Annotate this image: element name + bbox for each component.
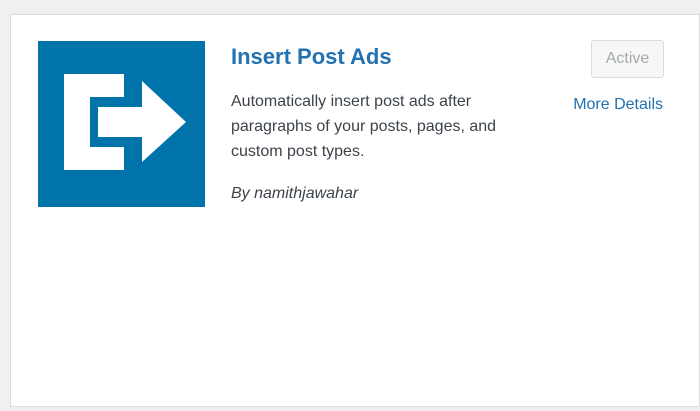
author-name[interactable]: namithjawahar: [254, 185, 358, 202]
insert-arrow-icon[interactable]: [38, 41, 205, 207]
plugin-description: Automatically insert post ads after para…: [231, 93, 497, 160]
plugin-author: By namithjawahar: [231, 182, 358, 206]
plugin-card: Insert Post Ads Automatically insert pos…: [10, 14, 700, 407]
more-details-link[interactable]: More Details: [573, 94, 663, 116]
plugin-title[interactable]: Insert Post Ads: [231, 41, 392, 73]
active-status-button[interactable]: Active: [591, 40, 664, 78]
author-prefix: By: [231, 185, 250, 202]
